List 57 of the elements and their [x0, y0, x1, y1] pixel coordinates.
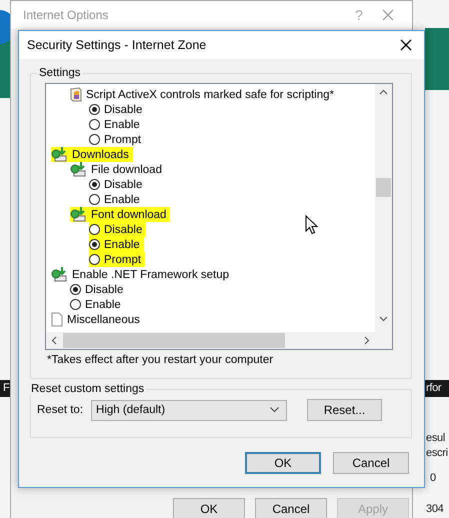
- header-banner: [425, 28, 449, 90]
- logo-icon: [0, 10, 10, 44]
- option-label[interactable]: Disable: [104, 178, 142, 190]
- setting-label[interactable]: Font download: [91, 208, 166, 220]
- horizontal-scrollbar[interactable]: [46, 332, 375, 349]
- dialog-button[interactable]: OK: [173, 498, 245, 518]
- radio-button[interactable]: [70, 284, 81, 295]
- setting-label[interactable]: Enable .NET Framework setup: [72, 268, 230, 280]
- background-text: 0: [430, 472, 436, 484]
- caret-icon: [270, 407, 280, 413]
- page-icon: [51, 312, 63, 327]
- window-title: Internet Options: [23, 8, 110, 22]
- dialog-button[interactable]: Cancel: [255, 498, 327, 518]
- dialog-button[interactable]: OK: [245, 452, 321, 474]
- download-icon: [51, 147, 68, 162]
- background-text: escri: [426, 447, 448, 459]
- radio-button[interactable]: [89, 239, 100, 250]
- option-label[interactable]: Disable: [104, 104, 142, 116]
- setting-label[interactable]: Downloads: [72, 148, 129, 160]
- radio-button[interactable]: [89, 179, 100, 190]
- setting-label[interactable]: File download: [91, 164, 162, 176]
- setting-label[interactable]: Script ActiveX controls marked safe for scripting*: [86, 88, 334, 100]
- mouse-pointer-icon: [305, 215, 318, 235]
- reset-to-label: Reset to:: [37, 404, 84, 416]
- setting-label[interactable]: Miscellaneous: [67, 314, 140, 326]
- close-icon[interactable]: [400, 39, 412, 51]
- radio-button[interactable]: [89, 104, 100, 115]
- background-text: esul: [426, 432, 445, 444]
- group-label: Settings: [38, 67, 82, 79]
- option-label[interactable]: Prompt: [104, 134, 142, 146]
- group-label: Reset custom settings: [30, 383, 146, 395]
- download-icon: [51, 267, 68, 282]
- level-dropdown[interactable]: High (default): [91, 400, 288, 420]
- option-label[interactable]: Disable: [85, 284, 124, 296]
- script-icon: [70, 87, 82, 102]
- option-label[interactable]: Enable: [104, 118, 140, 130]
- radio-button[interactable]: [89, 194, 100, 205]
- vertical-scrollbar[interactable]: [375, 84, 392, 349]
- option-label[interactable]: Disable: [104, 224, 142, 236]
- radio-button[interactable]: [89, 134, 100, 145]
- option-label[interactable]: Enable: [104, 194, 140, 206]
- radio-button[interactable]: [89, 224, 100, 235]
- radio-button[interactable]: [70, 299, 81, 310]
- dialog-title: Security Settings - Internet Zone: [27, 38, 208, 52]
- download-icon: [70, 207, 87, 222]
- dialog-button[interactable]: Cancel: [333, 452, 409, 474]
- background-text: 304: [426, 503, 444, 515]
- background-text: rfor: [426, 382, 442, 394]
- option-label[interactable]: Prompt: [104, 254, 142, 266]
- download-icon: [70, 162, 87, 177]
- radio-button[interactable]: [89, 119, 100, 130]
- restart-note: *Takes effect after you restart your computer: [47, 354, 274, 366]
- reset-button[interactable]: Reset...: [307, 399, 382, 421]
- radio-button[interactable]: [89, 254, 100, 265]
- background-text: F: [3, 382, 10, 394]
- option-label[interactable]: Enable: [85, 298, 121, 310]
- option-label[interactable]: Enable: [104, 238, 140, 250]
